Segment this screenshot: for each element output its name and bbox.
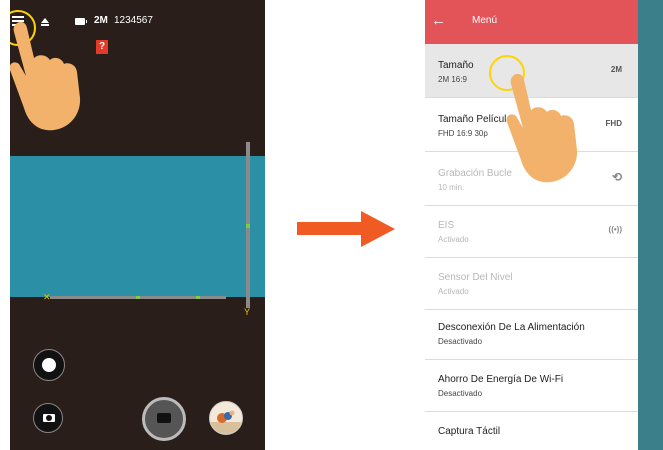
hand-pointer-icon — [10, 21, 81, 131]
menu-header: ← Menú — [425, 0, 638, 44]
level-marker-icon: Y — [244, 307, 251, 317]
horizontal-level-bar — [50, 296, 226, 299]
loop-icon: ⟲ — [611, 170, 622, 184]
warning-badge: ? — [96, 40, 108, 54]
menu-item-title: Captura Táctil — [438, 426, 501, 437]
menu-item-value: Desactivado — [438, 389, 483, 398]
mode-button[interactable] — [33, 349, 65, 381]
background-strip — [638, 0, 663, 450]
camera-icon — [43, 414, 55, 422]
photo-mode-button[interactable] — [33, 403, 63, 433]
camera-icon — [157, 413, 171, 423]
transition-arrow — [297, 222, 365, 235]
resolution-label: 2M — [94, 15, 108, 26]
menu-item-title: Ahorro De Energía De Wi-Fi — [438, 374, 564, 385]
vertical-level-bar — [246, 142, 250, 308]
menu-screen: ← Menú Tamaño 2M 16:9 2M Tamaño Película… — [425, 0, 638, 450]
shutter-button[interactable] — [142, 397, 186, 441]
menu-item-value: Activado — [438, 235, 469, 244]
level-marker-icon: ✕ — [43, 292, 51, 302]
menu-item-auto-power-off[interactable]: Desconexión De La Alimentación Desactiva… — [425, 306, 638, 360]
menu-item-level-sensor: Sensor Del Nivel Activado — [425, 256, 638, 310]
eis-icon: ((•)) — [608, 225, 622, 234]
menu-item-title: Sensor Del Nivel — [438, 272, 513, 283]
menu-item-title: Grabación Bucle — [438, 168, 512, 179]
level-indicator — [246, 224, 250, 228]
menu-item-value: Desactivado — [438, 337, 483, 346]
thumbnail-image — [210, 410, 242, 434]
menu-item-value: 2M 16:9 — [438, 75, 467, 84]
menu-item-title: Tamaño — [438, 60, 474, 71]
movie-size-icon: FHD — [605, 119, 622, 128]
back-arrow-icon[interactable]: ← — [431, 13, 446, 28]
menu-item-eis: EIS Activado ((•)) — [425, 204, 638, 258]
camera-screen: 2M 1234567 ? ✕ Y — [10, 0, 265, 450]
gallery-thumbnail[interactable] — [209, 401, 243, 435]
menu-item-title: Tamaño Película — [438, 114, 512, 125]
menu-item-title: EIS — [438, 220, 455, 231]
menu-item-value: Activado — [438, 287, 469, 296]
menu-item-title: Desconexión De La Alimentación — [438, 322, 585, 333]
menu-item-value: FHD 16:9 30p — [438, 129, 488, 138]
camera-preview — [10, 156, 265, 297]
level-indicator — [196, 296, 200, 299]
level-indicator — [136, 296, 140, 299]
shot-counter: 1234567 — [114, 15, 153, 26]
arrow-head-icon — [361, 211, 395, 247]
size-icon: 2M — [610, 65, 622, 74]
page-title: Menú — [472, 15, 498, 26]
hand-pointer-icon — [506, 73, 578, 183]
menu-item-touch-capture[interactable]: Captura Táctil — [425, 410, 638, 450]
menu-item-value: 10 min. — [438, 183, 465, 192]
menu-item-wifi-power-saving[interactable]: Ahorro De Energía De Wi-Fi Desactivado — [425, 358, 638, 412]
